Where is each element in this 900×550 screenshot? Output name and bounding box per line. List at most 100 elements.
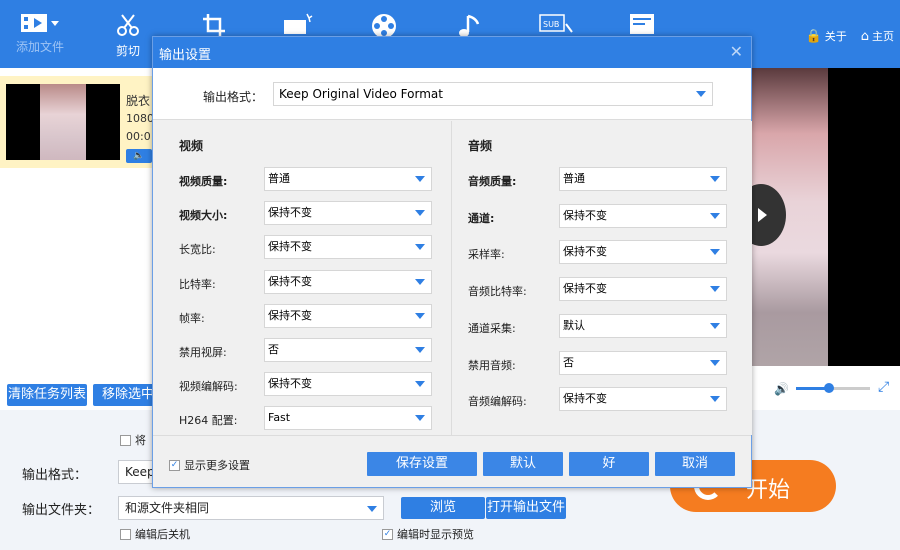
chevron-down-icon	[415, 381, 425, 388]
chevron-down-icon	[710, 359, 720, 366]
audio-track-chip[interactable]: 🔈	[126, 149, 152, 163]
volume-slider[interactable]	[796, 383, 870, 393]
open-output-folder-button[interactable]: 打开输出文件	[486, 497, 566, 519]
home-icon: ⌂	[860, 29, 869, 44]
video-setting-value: 保持不变	[268, 274, 312, 288]
show-preview-checkbox[interactable]: ✓ 编辑时显示预览	[382, 526, 474, 542]
volume-icon[interactable]: 🔊	[774, 382, 789, 396]
audio-setting-value: 保持不变	[563, 392, 607, 406]
volume-knob[interactable]	[824, 383, 835, 393]
video-setting-label: 比特率:	[179, 277, 216, 291]
chevron-down-icon	[710, 249, 720, 256]
audio-setting-value: 否	[563, 355, 574, 369]
task-duration: 00:0	[126, 130, 151, 143]
format-dropdown[interactable]: Keep Original Video Format	[273, 82, 713, 106]
task-list: 脱衣 1080 00:0 🔈	[0, 68, 154, 378]
chevron-down-icon	[415, 244, 425, 251]
merge-checkbox[interactable]: 将	[120, 432, 146, 448]
output-format-value: Keep	[125, 465, 155, 479]
chevron-down-icon	[415, 176, 425, 182]
video-setting-dropdown[interactable]: 否	[264, 338, 432, 362]
audio-setting-value: 默认	[563, 318, 585, 332]
cut-button[interactable]: 剪切	[98, 0, 158, 68]
chevron-down-icon	[415, 347, 425, 353]
checkbox-box	[120, 434, 131, 446]
show-more-settings-checkbox[interactable]: ✓ 显示更多设置	[169, 457, 250, 473]
lock-icon: 🔒	[805, 29, 822, 44]
about-label: 关于	[824, 30, 847, 43]
audio-setting-value: 保持不变	[563, 282, 607, 296]
add-file-label: 添加文件	[15, 40, 64, 54]
output-folder-select[interactable]: 和源文件夹相同	[118, 496, 384, 520]
audio-settings-panel: 音频 音频质量: 普通 通道: 保持不变 采样率: 保持不变 音频比特率: 保持不变 通道采集:…	[453, 121, 752, 435]
film-add-icon	[21, 14, 59, 32]
audio-section-title: 音频	[468, 139, 493, 153]
video-setting-dropdown[interactable]: 保持不变	[264, 372, 432, 397]
dialog-footer: ✓ 显示更多设置 保存设置 默认 好 取消	[153, 435, 751, 487]
home-link[interactable]: ⌂ 主页	[861, 28, 894, 44]
chevron-down-icon	[415, 278, 425, 285]
show-preview-label: 编辑时显示预览	[397, 528, 474, 541]
film-effect-icon	[284, 13, 313, 34]
audio-setting-value: 保持不变	[563, 208, 607, 222]
audio-setting-dropdown[interactable]: 否	[559, 350, 727, 375]
format-value: Keep Original Video Format	[279, 87, 443, 101]
audio-setting-label: 音频比特率:	[468, 285, 527, 299]
video-setting-value: 否	[268, 343, 279, 356]
video-settings-panel: 视频 视频质量: 普通 视频大小: 保持不变 长宽比: 保持不变 比特率: 保持不变 帧率: 保持…	[153, 121, 452, 435]
close-icon[interactable]: ✕	[730, 42, 743, 61]
video-setting-label: 长宽比:	[179, 243, 216, 257]
audio-setting-dropdown[interactable]: 普通	[559, 167, 727, 191]
video-setting-dropdown[interactable]: 保持不变	[264, 235, 432, 260]
format-label: 输出格式：	[203, 90, 264, 104]
video-setting-label: 视频质量:	[179, 175, 228, 188]
video-setting-dropdown[interactable]: Fast	[264, 406, 432, 431]
audio-setting-dropdown[interactable]: 默认	[559, 313, 727, 338]
video-setting-value: Fast	[268, 411, 291, 425]
video-setting-dropdown[interactable]: 保持不变	[264, 303, 432, 328]
fullscreen-icon[interactable]: ⤢	[878, 379, 889, 395]
video-setting-dropdown[interactable]: 保持不变	[264, 201, 432, 226]
audio-setting-dropdown[interactable]: 保持不变	[559, 203, 727, 228]
crop-icon	[203, 14, 225, 36]
subtitle-icon: SUB	[539, 14, 573, 33]
chevron-down-icon	[415, 415, 425, 422]
default-button[interactable]: 默认	[483, 452, 563, 476]
browse-button[interactable]: 浏览	[401, 497, 485, 519]
audio-setting-dropdown[interactable]: 保持不变	[559, 387, 727, 412]
home-label: 主页	[872, 30, 894, 43]
chevron-down-icon	[415, 312, 425, 319]
video-setting-dropdown[interactable]: 普通	[264, 167, 432, 191]
video-setting-label: 禁用视屏:	[179, 346, 227, 359]
audio-setting-dropdown[interactable]: 保持不变	[559, 240, 727, 265]
cancel-button[interactable]: 取消	[655, 452, 735, 476]
audio-setting-label: 音频质量:	[468, 175, 517, 188]
chevron-down-icon	[710, 286, 720, 293]
add-file-button[interactable]: 添加文件	[8, 0, 72, 68]
video-setting-label: 帧率:	[179, 311, 205, 325]
scissors-icon	[117, 14, 139, 36]
save-settings-button[interactable]: 保存设置	[367, 452, 477, 476]
play-icon	[758, 208, 767, 222]
ok-button[interactable]: 好	[569, 452, 649, 476]
output-folder-label: 输出文件夹：	[22, 503, 101, 518]
cut-label: 剪切	[115, 44, 140, 58]
video-setting-label: 视频大小:	[179, 209, 228, 223]
speaker-icon: 🔈	[133, 151, 145, 161]
output-folder-value: 和源文件夹相同	[125, 501, 210, 515]
about-link[interactable]: 🔒 关于	[806, 28, 847, 44]
shutdown-checkbox[interactable]: 编辑后关机	[120, 526, 190, 542]
video-setting-value: 普通	[268, 172, 290, 185]
audio-setting-label: 通道:	[468, 211, 495, 225]
start-label: 开始	[746, 478, 791, 503]
video-setting-value: 保持不变	[268, 240, 312, 254]
video-setting-dropdown[interactable]: 保持不变	[264, 269, 432, 294]
video-preview	[752, 68, 900, 366]
show-more-settings-label: 显示更多设置	[184, 459, 250, 472]
task-item[interactable]: 脱衣 1080 00:0 🔈	[0, 76, 154, 168]
checkbox-checked: ✓	[169, 459, 180, 471]
audio-setting-label: 禁用音频:	[468, 358, 516, 372]
clear-task-list-button[interactable]: 清除任务列表	[7, 384, 87, 406]
audio-setting-value: 保持不变	[563, 245, 607, 259]
audio-setting-dropdown[interactable]: 保持不变	[559, 277, 727, 302]
